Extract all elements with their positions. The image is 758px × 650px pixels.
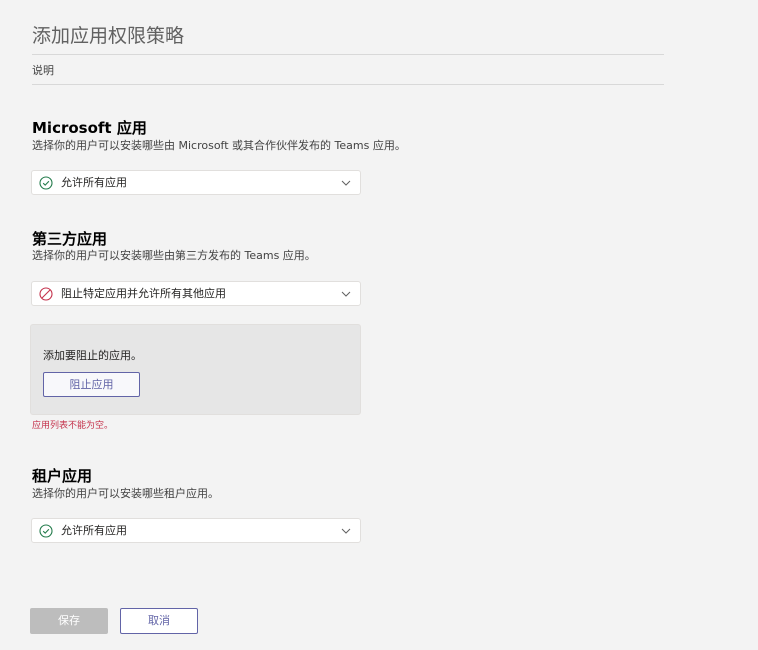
tenant-apps-selected-value: 允许所有应用 (61, 524, 127, 537)
description-field[interactable]: 说明 (32, 62, 664, 85)
third-party-apps-description: 选择你的用户可以安装哪些由第三方发布的 Teams 应用。 (32, 249, 316, 262)
check-circle-icon (39, 524, 53, 538)
microsoft-apps-description: 选择你的用户可以安装哪些由 Microsoft 或其合作伙伴发布的 Teams … (32, 139, 406, 152)
policy-name-field[interactable]: 添加应用权限策略 (32, 22, 664, 55)
microsoft-apps-selected-value: 允许所有应用 (61, 176, 127, 189)
tenant-apps-dropdown[interactable]: 允许所有应用 (31, 518, 361, 543)
third-party-apps-dropdown[interactable]: 阻止特定应用并允许所有其他应用 (31, 281, 361, 306)
blocked-apps-panel: 添加要阻止的应用。 阻止应用 (30, 324, 361, 415)
chevron-down-icon (341, 291, 351, 297)
tenant-apps-heading: 租户应用 (32, 467, 93, 485)
block-icon (39, 287, 53, 301)
tenant-apps-description: 选择你的用户可以安装哪些租户应用。 (32, 487, 219, 500)
check-circle-icon (39, 176, 53, 190)
chevron-down-icon (341, 528, 351, 534)
save-button[interactable]: 保存 (30, 608, 108, 634)
block-apps-button[interactable]: 阻止应用 (43, 372, 140, 397)
validation-error: 应用列表不能为空。 (32, 421, 114, 431)
chevron-down-icon (341, 180, 351, 186)
description-placeholder: 说明 (32, 64, 54, 77)
third-party-apps-heading: 第三方应用 (32, 230, 108, 248)
policy-name-placeholder: 添加应用权限策略 (32, 25, 185, 47)
blocked-apps-prompt: 添加要阻止的应用。 (43, 349, 142, 362)
cancel-button[interactable]: 取消 (120, 608, 198, 634)
third-party-apps-selected-value: 阻止特定应用并允许所有其他应用 (61, 287, 226, 300)
microsoft-apps-dropdown[interactable]: 允许所有应用 (31, 170, 361, 195)
microsoft-apps-heading: Microsoft 应用 (32, 119, 147, 137)
